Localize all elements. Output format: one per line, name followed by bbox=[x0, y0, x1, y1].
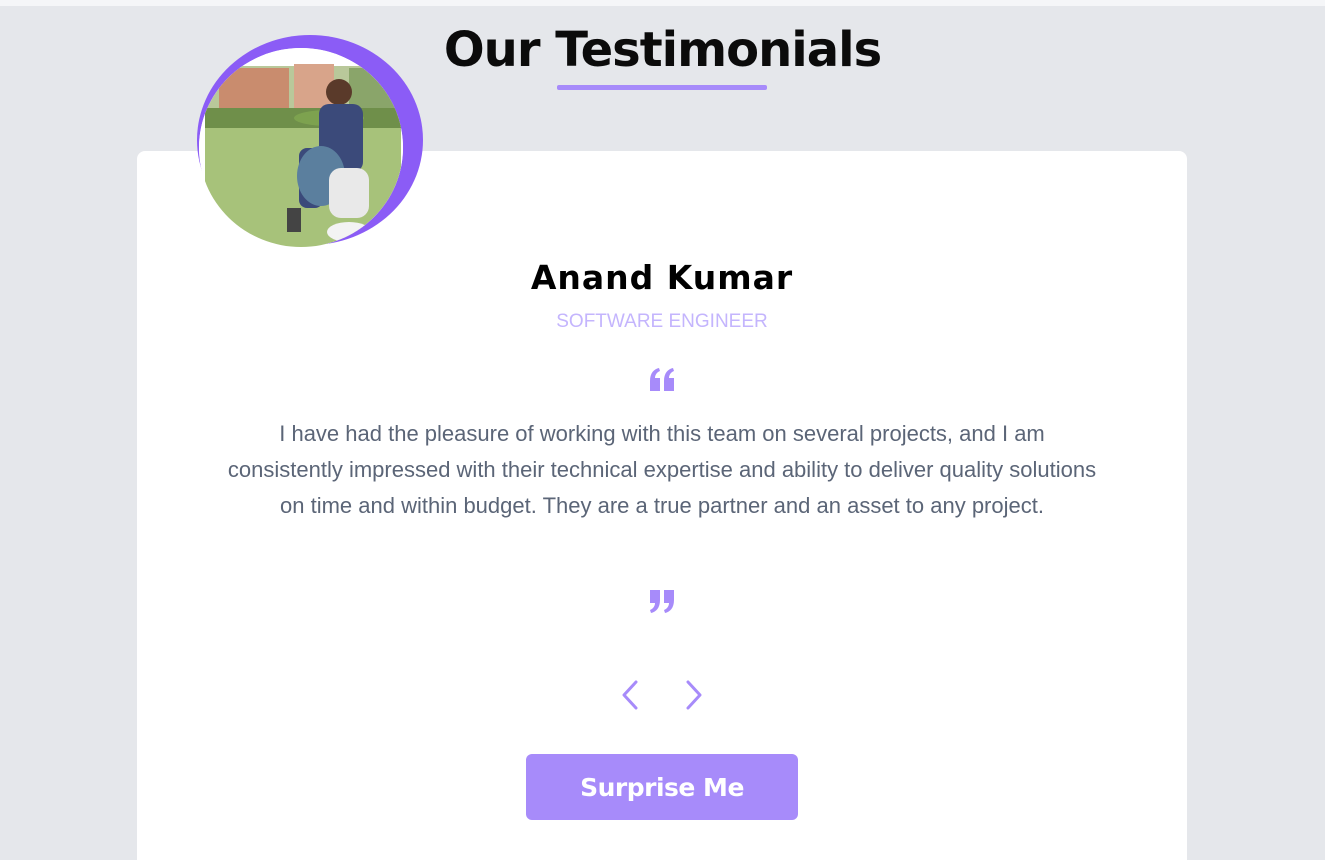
quote-close-icon bbox=[650, 590, 674, 613]
section-title: Our Testimonials bbox=[443, 22, 882, 78]
title-underline bbox=[557, 85, 767, 90]
testimonial-text: I have had the pleasure of working with … bbox=[227, 421, 1097, 518]
prev-button[interactable] bbox=[616, 678, 646, 712]
surprise-me-button[interactable]: Surprise Me bbox=[526, 754, 798, 820]
testimonial-name: Anand Kumar bbox=[530, 258, 794, 297]
avatar bbox=[199, 48, 403, 247]
quote-open-icon bbox=[650, 368, 674, 391]
chevron-left-icon bbox=[622, 680, 638, 710]
testimonial-role: Software Engineer bbox=[556, 311, 768, 332]
avatar-photo bbox=[199, 48, 403, 247]
next-button[interactable] bbox=[678, 678, 708, 712]
chevron-right-icon bbox=[686, 680, 702, 710]
page: Our Testimonials Anand Kumar Software En… bbox=[0, 0, 1325, 860]
